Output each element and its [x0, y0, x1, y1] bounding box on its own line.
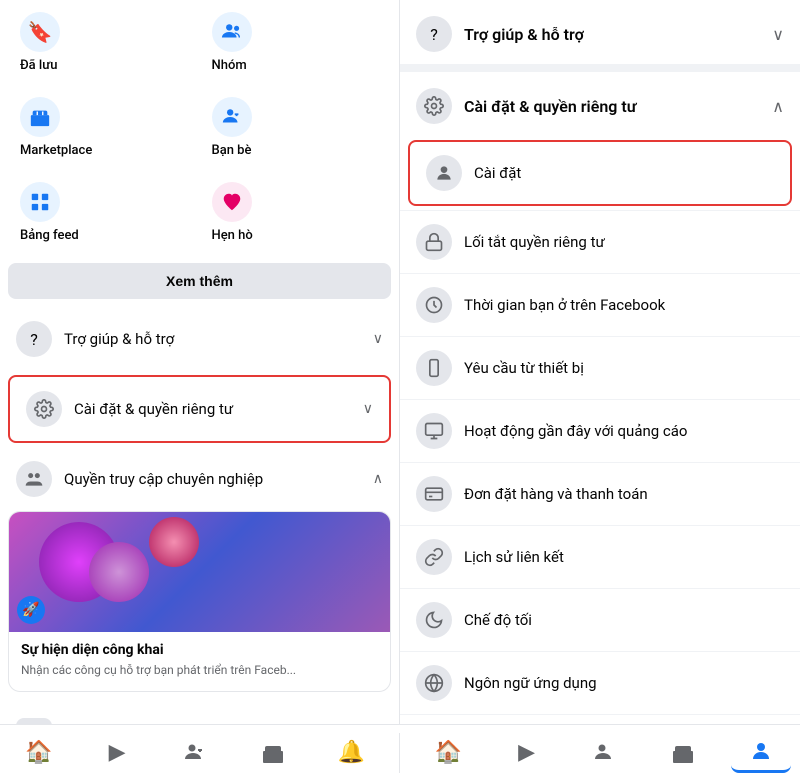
nav-friends-right[interactable]: [575, 733, 635, 773]
nav-home-right[interactable]: 🏠: [419, 733, 479, 773]
device-req-item[interactable]: Yêu cầu từ thiết bị: [400, 336, 800, 399]
orders-item[interactable]: Đơn đặt hàng và thanh toán: [400, 462, 800, 525]
dark-mode-icon: [416, 602, 452, 638]
settings-label: Cài đặt & quyền riêng tư: [74, 400, 363, 418]
feed-icon: [20, 182, 60, 222]
rocket-icon: 🚀: [17, 596, 45, 624]
help-chevron: ∨: [373, 331, 383, 347]
privacy-shortcut-label: Lối tắt quyền riêng tư: [464, 233, 784, 251]
nav-marketplace-left[interactable]: [243, 733, 303, 773]
pro-label: Quyền truy cập chuyên nghiệp: [64, 470, 373, 488]
right-settings-header[interactable]: Cài đặt & quyền riêng tư ∧: [400, 72, 800, 136]
groups-icon: [212, 12, 252, 52]
settings-menu-icon: [426, 155, 462, 191]
right-settings-chevron[interactable]: ∧: [772, 97, 784, 116]
promo-card-desc: Nhận các công cụ hỗ trợ bạn phát triển t…: [21, 662, 378, 679]
promo-card[interactable]: 🚀 Sự hiện diện công khai Nhận các công c…: [8, 511, 391, 692]
settings-chevron: ∨: [363, 401, 373, 417]
app-language-icon: [416, 665, 452, 701]
privacy-shortcut-icon: [416, 224, 452, 260]
see-more-button[interactable]: Xem thêm: [8, 263, 391, 299]
ad-activity-item[interactable]: Hoạt động gần đây với quảng cáo: [400, 399, 800, 462]
settings-menu-label: Cài đặt: [474, 164, 774, 182]
left-panel: 🔖 Đã lưu Nhóm: [0, 0, 400, 780]
friends-label: Bạn bè: [212, 143, 252, 158]
time-on-fb-icon: [416, 287, 452, 323]
right-help-section: ? Trợ giúp & hỗ trợ ∨: [400, 0, 800, 64]
right-help-chevron[interactable]: ∨: [772, 25, 784, 44]
pro-icon: [16, 461, 52, 497]
right-settings-title: Cài đặt & quyền riêng tư: [464, 97, 772, 116]
nav-notification-left[interactable]: 🔔: [321, 733, 381, 773]
marketplace-icon: [20, 97, 60, 137]
right-settings-section: Cài đặt & quyền riêng tư ∧ Cài đặt: [400, 72, 800, 777]
right-help-title: Trợ giúp & hỗ trợ: [464, 25, 772, 44]
link-history-icon: [416, 539, 452, 575]
device-req-label: Yêu cầu từ thiết bị: [464, 359, 784, 377]
saved-label: Đã lưu: [20, 58, 57, 73]
right-help-icon: ?: [416, 16, 452, 52]
settings-icon: [26, 391, 62, 427]
help-icon: ?: [16, 321, 52, 357]
friends-icon: [212, 97, 252, 137]
ad-activity-label: Hoạt động gần đây với quảng cáo: [464, 422, 784, 440]
grid-item-friends[interactable]: Bạn bè: [200, 85, 392, 170]
nav-home-left[interactable]: 🏠: [9, 733, 69, 773]
groups-label: Nhóm: [212, 58, 247, 73]
right-help-header[interactable]: ? Trợ giúp & hỗ trợ ∨: [400, 0, 800, 64]
nav-video-left[interactable]: ▶: [87, 733, 147, 773]
grid-item-marketplace[interactable]: Marketplace: [8, 85, 200, 170]
nav-video-right[interactable]: ▶: [497, 733, 557, 773]
nav-marketplace-right[interactable]: [653, 733, 713, 773]
promo-card-body: Sự hiện diện công khai Nhận các công cụ …: [9, 632, 390, 691]
orders-label: Đơn đặt hàng và thanh toán: [464, 485, 784, 503]
settings-section-item[interactable]: Cài đặt & quyền riêng tư ∨: [8, 375, 391, 443]
marketplace-label: Marketplace: [20, 143, 92, 158]
link-history-item[interactable]: Lịch sử liên kết: [400, 525, 800, 588]
promo-card-title: Sự hiện diện công khai: [21, 642, 378, 658]
time-on-fb-label: Thời gian bạn ở trên Facebook: [464, 296, 784, 314]
app-language-item[interactable]: Ngôn ngữ ứng dụng: [400, 651, 800, 714]
link-history-label: Lịch sử liên kết: [464, 548, 784, 566]
ad-activity-icon: [416, 413, 452, 449]
nav-friends-left[interactable]: [165, 733, 225, 773]
pro-chevron: ∧: [373, 471, 383, 487]
grid-item-dating[interactable]: Hẹn hò: [200, 170, 392, 255]
dating-label: Hẹn hò: [212, 228, 253, 243]
nav-menu-right[interactable]: [731, 733, 791, 773]
feed-label: Bảng feed: [20, 228, 79, 243]
dating-icon: [212, 182, 252, 222]
dark-mode-label: Chế độ tối: [464, 611, 784, 629]
right-settings-icon: [416, 88, 452, 124]
grid-item-feed[interactable]: Bảng feed: [8, 170, 200, 255]
help-label: Trợ giúp & hỗ trợ: [64, 330, 373, 348]
orders-icon: [416, 476, 452, 512]
help-section-item[interactable]: ? Trợ giúp & hỗ trợ ∨: [0, 307, 399, 371]
nav-divider: [399, 733, 400, 773]
pro-section-item[interactable]: Quyền truy cập chuyên nghiệp ∧: [0, 447, 399, 511]
grid-section: 🔖 Đã lưu Nhóm: [0, 0, 399, 255]
device-req-icon: [416, 350, 452, 386]
settings-menu-item[interactable]: Cài đặt: [408, 140, 792, 206]
grid-item-saved[interactable]: 🔖 Đã lưu: [8, 0, 200, 85]
time-on-fb-item[interactable]: Thời gian bạn ở trên Facebook: [400, 273, 800, 336]
promo-card-image: 🚀: [9, 512, 390, 632]
dark-mode-item[interactable]: Chế độ tối: [400, 588, 800, 651]
app-language-label: Ngôn ngữ ứng dụng: [464, 674, 784, 692]
right-panel: ? Trợ giúp & hỗ trợ ∨ Cài đặt & quyền ri…: [400, 0, 800, 780]
privacy-shortcut-item[interactable]: Lối tắt quyền riêng tư: [400, 210, 800, 273]
saved-icon: 🔖: [20, 12, 60, 52]
bottom-nav: 🏠 ▶ 🔔 🏠 ▶: [0, 724, 800, 780]
grid-item-groups[interactable]: Nhóm: [200, 0, 392, 85]
